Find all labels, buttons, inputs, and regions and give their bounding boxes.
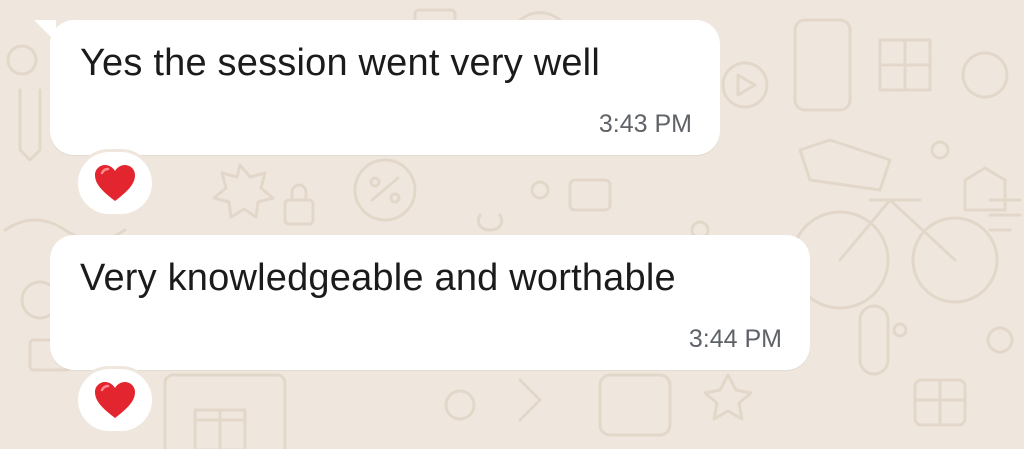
message-bubble[interactable]: Very knowledgeable and worthable 3:44 PM [50,235,810,370]
heart-icon [95,382,135,418]
message-timestamp: 3:43 PM [598,110,692,138]
heart-icon [95,165,135,201]
message-timestamp: 3:44 PM [688,325,782,353]
message-reaction[interactable] [78,152,152,214]
message-text: Very knowledgeable and worthable [80,257,676,299]
message-text: Yes the session went very well [80,42,600,84]
message-bubble[interactable]: Yes the session went very well 3:43 PM [50,20,720,155]
message-reaction[interactable] [78,369,152,431]
